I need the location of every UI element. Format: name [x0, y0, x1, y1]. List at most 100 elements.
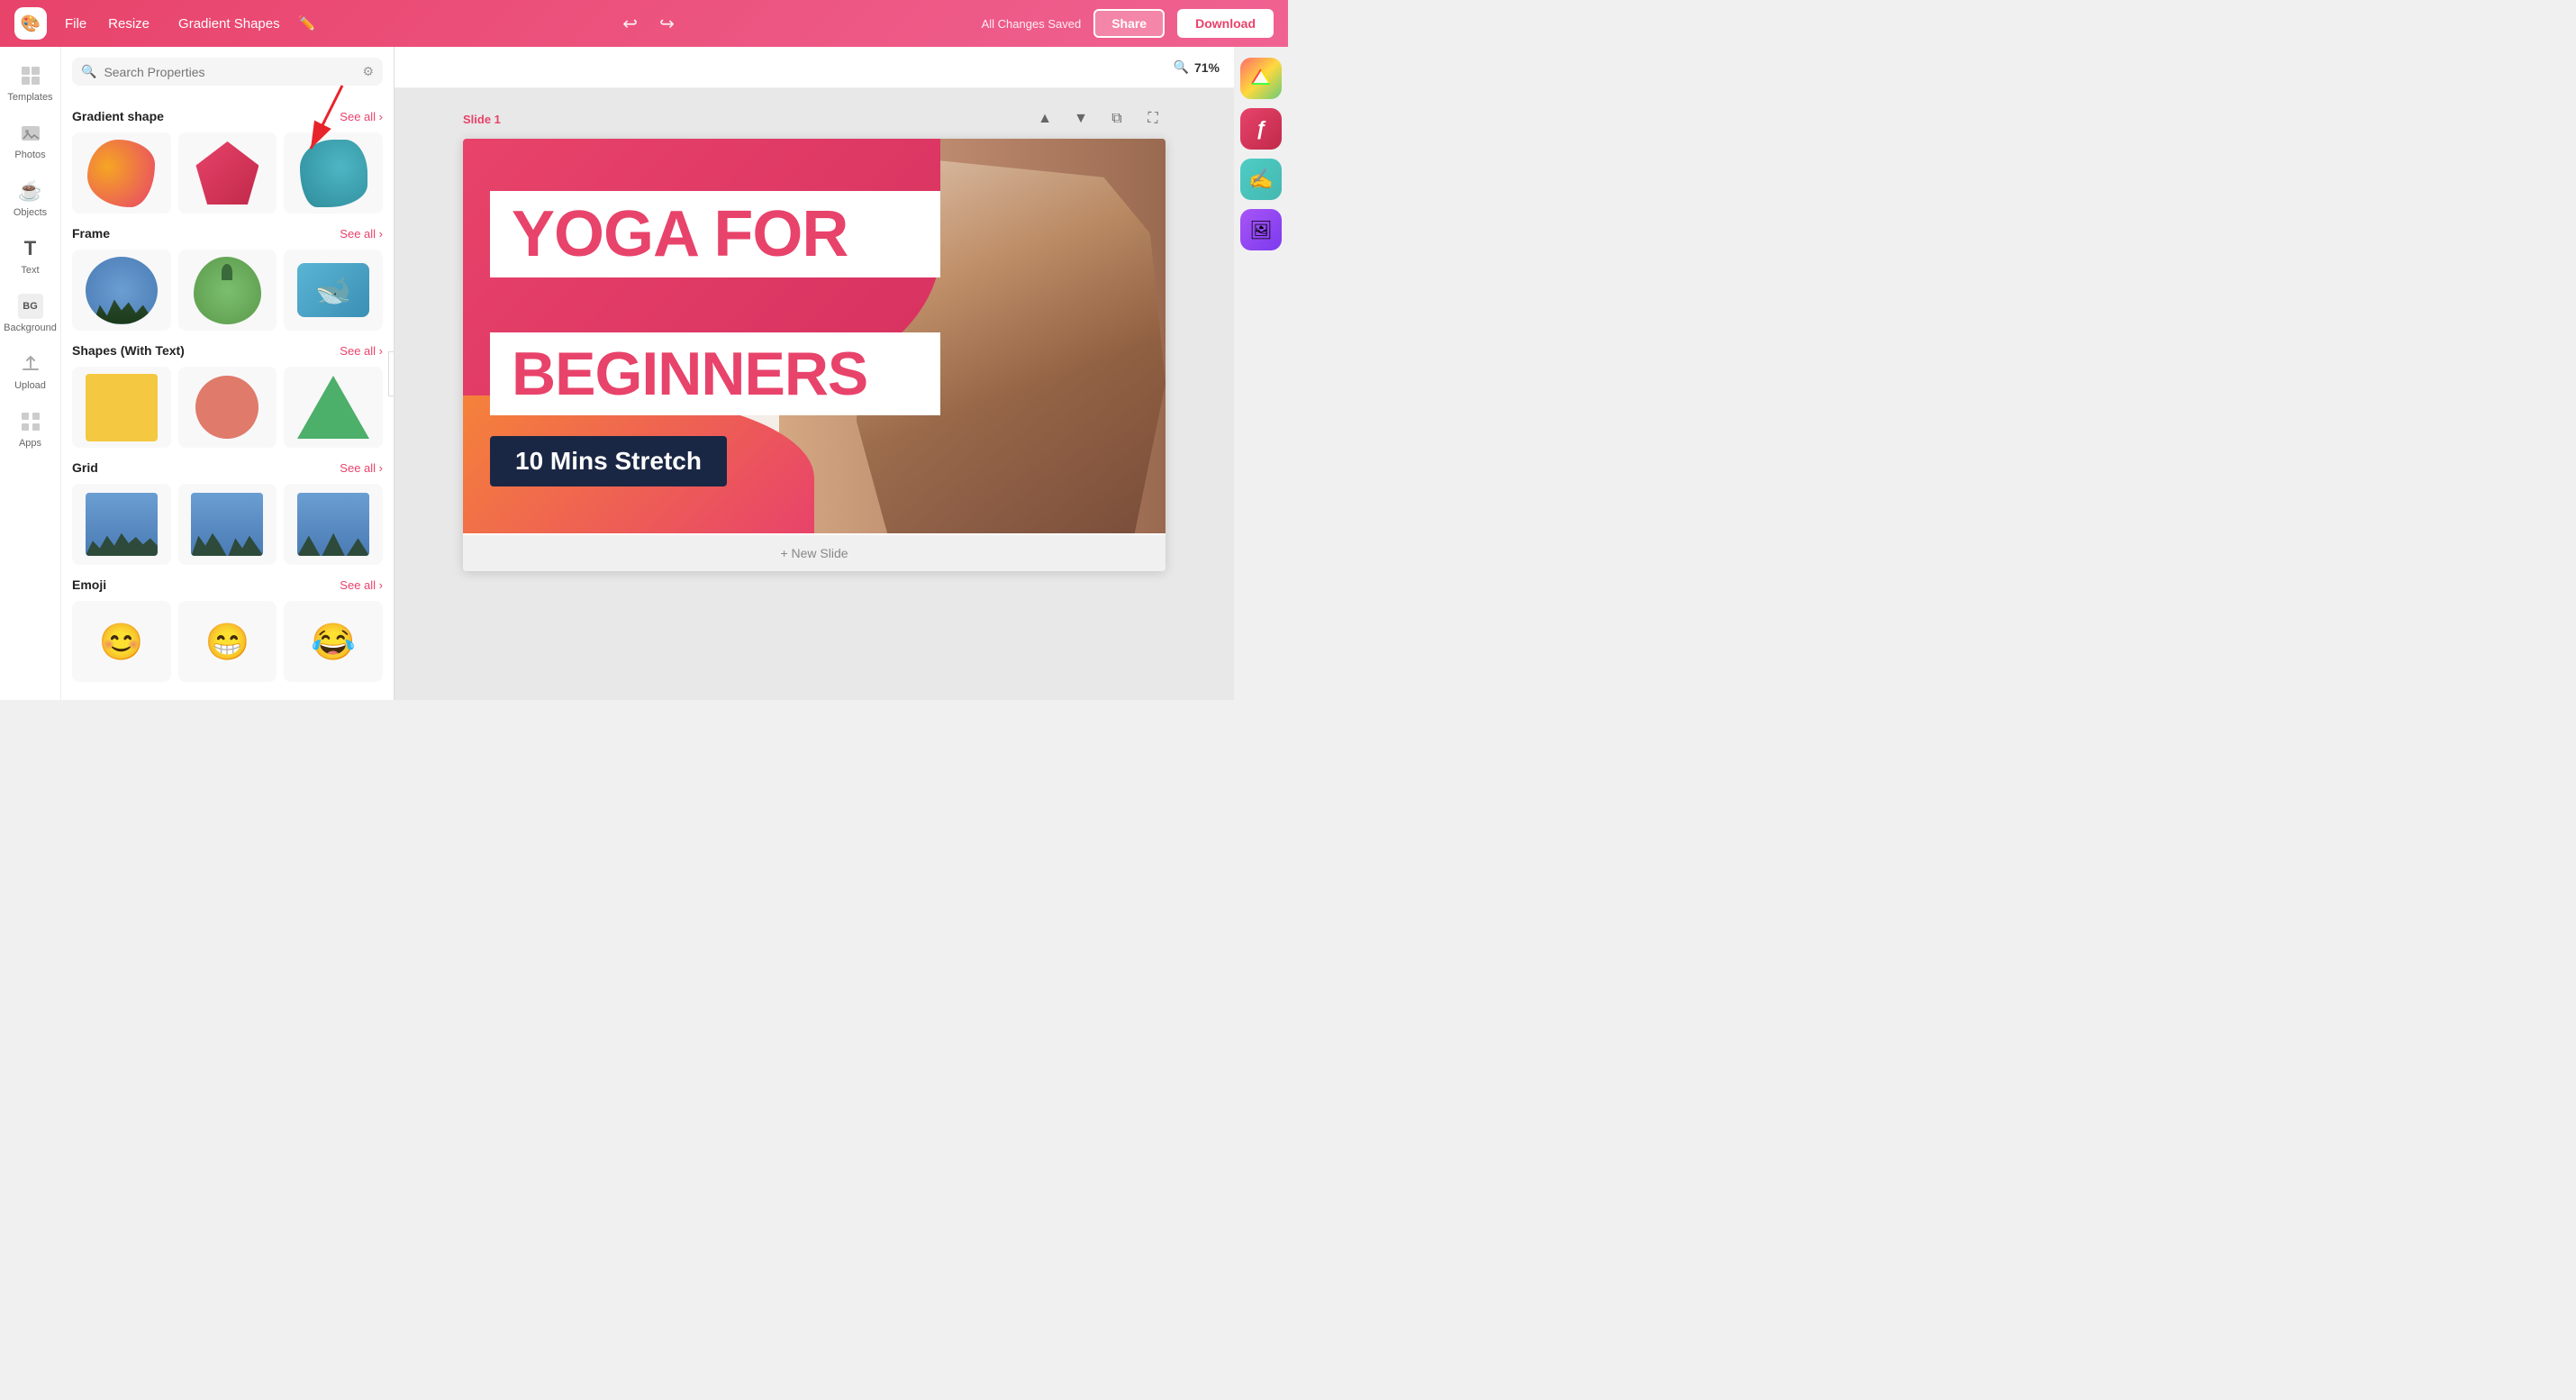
- search-bar: 🔍 ⚙: [72, 58, 383, 86]
- collapse-panel-button[interactable]: ‹: [388, 351, 395, 396]
- gradient-blob-2: [300, 140, 367, 207]
- photo-edit-app-icon[interactable]: 🖼: [1240, 209, 1282, 250]
- shapes-text-title: Shapes (With Text): [72, 343, 185, 358]
- topbar-center: ↩ ↪: [334, 13, 964, 35]
- slide-title-line1: YOGA FOR: [512, 202, 919, 267]
- apps-label: Apps: [19, 438, 41, 449]
- topbar-menu: File Resize Gradient Shapes: [65, 16, 280, 32]
- frame-header: Frame See all ›: [72, 226, 383, 241]
- shape-text-item-1[interactable]: [72, 367, 171, 448]
- templates-label: Templates: [7, 92, 52, 103]
- emoji-item-3[interactable]: 😂: [284, 601, 383, 682]
- share-button[interactable]: Share: [1093, 9, 1165, 38]
- green-triangle: [297, 376, 369, 439]
- shape-text-item-3[interactable]: [284, 367, 383, 448]
- slide-content[interactable]: YOGA FOR BEGINNERS 10 Mins Stretch: [463, 139, 1166, 533]
- frame-trees-decoration: [86, 297, 158, 324]
- gradient-pentagon: [195, 141, 259, 205]
- frame-item-1[interactable]: [72, 250, 171, 331]
- canvas-scroll: Slide 1 ▲ ▼ ⧉ ⛶: [395, 88, 1234, 700]
- slide-label-row: Slide 1 ▲ ▼ ⧉ ⛶: [463, 106, 1166, 132]
- frame-item-3[interactable]: 🐋: [284, 250, 383, 331]
- grid-item-3[interactable]: [284, 484, 383, 565]
- sidebar-item-upload[interactable]: Upload: [0, 342, 61, 400]
- gradient-shape-item-2[interactable]: [178, 132, 277, 214]
- emoji-title: Emoji: [72, 577, 106, 592]
- font-app-icon[interactable]: ƒ: [1240, 108, 1282, 150]
- shapes-text-grid: [72, 367, 383, 448]
- redo-button[interactable]: ↪: [659, 13, 675, 35]
- frame-whale: 🐋: [297, 263, 369, 317]
- frame-item-2[interactable]: [178, 250, 277, 331]
- apps-icon: [18, 409, 43, 434]
- slide-duplicate-button[interactable]: ⧉: [1104, 106, 1129, 132]
- templates-icon: [18, 63, 43, 88]
- grid-grid: [72, 484, 383, 565]
- emoji-grid: 😊 😁 😂: [72, 601, 383, 682]
- slide-subtitle: 10 Mins Stretch: [515, 447, 702, 475]
- shape-text-item-2[interactable]: [178, 367, 277, 448]
- gradient-app-icon[interactable]: [1240, 58, 1282, 99]
- panel-content: Gradient shape See all › Frame See all ›: [61, 93, 394, 700]
- saved-status: All Changes Saved: [982, 17, 1082, 31]
- main-layout: Templates Photos ☕ Objects T Text BG Bac…: [0, 47, 1288, 700]
- slide-subtitle-box[interactable]: 10 Mins Stretch: [490, 436, 727, 486]
- sidebar-item-apps[interactable]: Apps: [0, 400, 61, 458]
- slide-title-box-2[interactable]: BEGINNERS: [490, 332, 940, 415]
- emoji-see-all[interactable]: See all ›: [340, 578, 383, 592]
- gradient-shape-see-all[interactable]: See all ›: [340, 110, 383, 123]
- emoji-item-1[interactable]: 😊: [72, 601, 171, 682]
- slide-down-button[interactable]: ▼: [1068, 106, 1093, 132]
- grid-see-all[interactable]: See all ›: [340, 461, 383, 475]
- shapes-text-see-all[interactable]: See all ›: [340, 344, 383, 358]
- photos-icon: [18, 121, 43, 146]
- grid-item-1[interactable]: [72, 484, 171, 565]
- gradient-shape-item-1[interactable]: [72, 132, 171, 214]
- slide-up-button[interactable]: ▲: [1032, 106, 1057, 132]
- grin-emoji: 😁: [205, 621, 250, 663]
- sidebar-item-background[interactable]: BG Background: [0, 285, 61, 342]
- frame-title: Frame: [72, 226, 110, 241]
- grid-item-2[interactable]: [178, 484, 277, 565]
- grid-header: Grid See all ›: [72, 460, 383, 475]
- objects-icon: ☕: [18, 178, 43, 204]
- smile-emoji: 😊: [99, 621, 144, 663]
- zoom-controls: 🔍 71%: [1174, 59, 1220, 75]
- download-button[interactable]: Download: [1177, 9, 1274, 38]
- app-logo[interactable]: 🎨: [14, 7, 47, 40]
- sidebar-item-photos[interactable]: Photos: [0, 112, 61, 169]
- edit-icon[interactable]: ✏️: [298, 14, 316, 32]
- upload-icon: [18, 351, 43, 377]
- background-label: Background: [4, 323, 57, 333]
- text-label: Text: [21, 265, 39, 276]
- grid-title: Grid: [72, 460, 98, 475]
- search-input[interactable]: [104, 65, 355, 79]
- frame-apple: [194, 257, 261, 324]
- new-slide-button[interactable]: + New Slide: [463, 535, 1166, 571]
- frame-grid: 🐋: [72, 250, 383, 331]
- resize-menu[interactable]: Resize: [108, 16, 150, 32]
- frame-see-all[interactable]: See all ›: [340, 227, 383, 241]
- canvas-toolbar: 🔍 71%: [395, 47, 1234, 88]
- sidebar-item-text[interactable]: T Text: [0, 227, 61, 285]
- background-icon: BG: [18, 294, 43, 319]
- text-icon: T: [18, 236, 43, 261]
- document-title[interactable]: Gradient Shapes: [178, 16, 280, 32]
- file-menu[interactable]: File: [65, 16, 86, 32]
- slide-expand-button[interactable]: ⛶: [1140, 106, 1166, 132]
- shapes-text-header: Shapes (With Text) See all ›: [72, 343, 383, 358]
- undo-button[interactable]: ↩: [622, 13, 638, 35]
- gradient-shape-grid: [72, 132, 383, 214]
- slide-title-box-1[interactable]: YOGA FOR: [490, 191, 940, 277]
- sidebar-icons: Templates Photos ☕ Objects T Text BG Bac…: [0, 47, 61, 700]
- paint-app-icon[interactable]: ✍: [1240, 159, 1282, 200]
- zoom-level[interactable]: 71%: [1194, 60, 1220, 75]
- emoji-item-2[interactable]: 😁: [178, 601, 277, 682]
- filter-icon[interactable]: ⚙: [362, 64, 374, 79]
- gradient-shape-item-3[interactable]: [284, 132, 383, 214]
- topbar: 🎨 File Resize Gradient Shapes ✏️ ↩ ↪ All…: [0, 0, 1288, 47]
- gradient-shape-header: Gradient shape See all ›: [72, 109, 383, 123]
- sidebar-item-objects[interactable]: ☕ Objects: [0, 169, 61, 227]
- sidebar-item-templates[interactable]: Templates: [0, 54, 61, 112]
- emoji-header: Emoji See all ›: [72, 577, 383, 592]
